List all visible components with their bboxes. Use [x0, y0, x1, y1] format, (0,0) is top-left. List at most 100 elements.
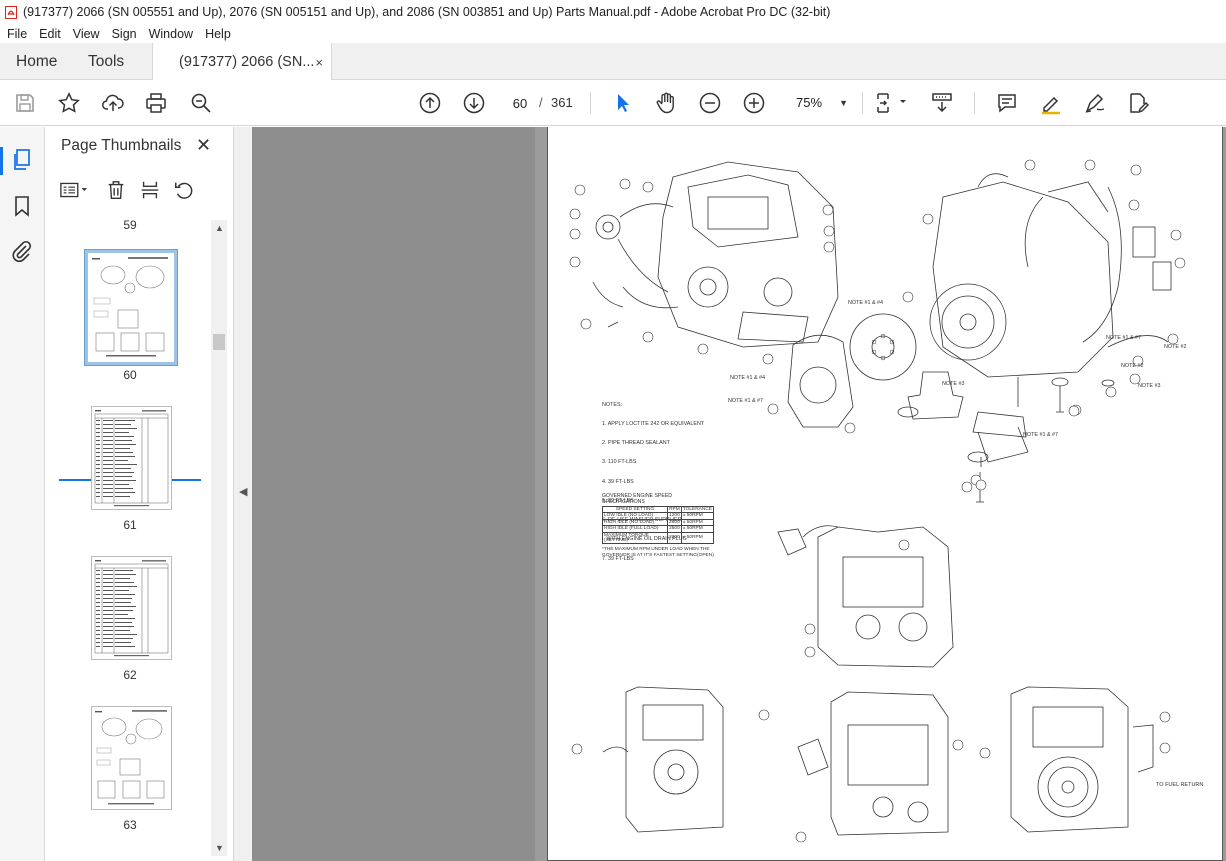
zoom-search-icon[interactable] — [188, 91, 214, 115]
attachments-paperclip-icon[interactable] — [10, 240, 34, 264]
menu-help[interactable]: Help — [200, 27, 236, 41]
pdf-page[interactable]: NOTES: 1. APPLY LOCTITE 242 OR EQUIVALEN… — [547, 127, 1223, 861]
chevron-left-icon: ◀ — [239, 486, 248, 498]
note-line: 3. 110 FT-LBS — [602, 459, 637, 466]
note-callout: NOTE #2 — [1121, 363, 1144, 369]
delete-page-icon[interactable] — [101, 179, 131, 201]
note-callout: NOTE #1 & #4 — [848, 300, 884, 306]
spec-cell: ± 50RPM — [680, 531, 715, 545]
tab-close-icon[interactable]: × — [315, 55, 323, 70]
note-callout: NOTE #1 & #4 — [730, 375, 766, 381]
spec-cell: 2600 — [667, 518, 682, 527]
spec-header: TOLERANCE — [680, 505, 715, 514]
scroll-down-arrow-icon[interactable]: ▼ — [215, 843, 224, 853]
spec-cell: HIGH IDLE (FULL LOAD) — [601, 525, 669, 533]
page-thumbnail-61[interactable] — [91, 406, 172, 510]
next-page-icon[interactable] — [461, 91, 487, 115]
chevron-down-icon: ▼ — [839, 98, 848, 108]
spec-cell: MAXIMUM TORQUE (SETTING) — [601, 531, 669, 545]
thumbnail-label: 59 — [123, 218, 137, 232]
spec-cell: 1200 — [667, 512, 682, 520]
thumbnail-label: 61 — [123, 518, 137, 532]
engine-speed-spec-table: GOVERNED ENGINE SPEED SPECIFICATIONS SPE… — [601, 493, 715, 559]
rotate-page-icon[interactable] — [169, 179, 199, 201]
zoom-in-icon[interactable] — [741, 91, 767, 115]
tab-tools[interactable]: Tools — [88, 43, 124, 80]
document-viewer[interactable]: NOTES: 1. APPLY LOCTITE 242 OR EQUIVALEN… — [252, 127, 1226, 861]
highlight-pen-icon[interactable] — [1038, 91, 1064, 115]
spec-footnote: *THE MAXIMUM RPM UNDER LOAD WHEN THE GOV… — [602, 547, 714, 558]
hand-tool-icon[interactable] — [653, 91, 679, 115]
edit-pdf-icon[interactable] — [1125, 91, 1151, 115]
page-thumbnails-icon[interactable] — [10, 148, 34, 172]
zoom-level-select[interactable]: 75% ▼ — [788, 90, 854, 116]
note-callout: NOTE #1 & #7 — [1023, 432, 1059, 438]
spec-footnote-line: GOVERNOR IS AT IT'S FASTEST SETTING(OPEN… — [602, 553, 714, 559]
note-callout: NOTE #3 — [1138, 383, 1161, 389]
fit-page-icon[interactable] — [875, 91, 909, 115]
spec-cell: 2500 — [667, 525, 682, 533]
upload-cloud-icon[interactable] — [100, 91, 126, 115]
spec-table-caption: GOVERNED ENGINE SPEED SPECIFICATIONS — [602, 493, 673, 505]
thumbnail-label: 63 — [123, 818, 137, 832]
note-callout: NOTE #2 — [1164, 344, 1187, 350]
rail-active-indicator — [0, 147, 3, 175]
previous-page-edge — [252, 127, 535, 861]
note-line: 2. PIPE THREAD SEALANT — [602, 440, 670, 447]
menu-sign[interactable]: Sign — [107, 27, 142, 41]
bookmarks-icon[interactable] — [10, 194, 34, 218]
menu-file[interactable]: File — [2, 27, 32, 41]
menu-bar: File Edit View Sign Window Help — [0, 24, 1226, 43]
thumbnail-options-icon[interactable] — [59, 179, 89, 201]
scroll-mode-icon[interactable] — [929, 91, 955, 115]
window-title: (917377) 2066 (SN 005551 and Up), 2076 (… — [23, 5, 831, 19]
tab-home[interactable]: Home — [16, 43, 57, 80]
bookmark-star-icon[interactable] — [56, 91, 82, 115]
tab-document[interactable]: (917377) 2066 (SN... × — [152, 43, 332, 81]
save-icon[interactable] — [12, 91, 38, 115]
thumbnail-drawing — [88, 253, 174, 362]
scroll-up-arrow-icon[interactable]: ▲ — [215, 223, 224, 233]
page-total: 361 — [551, 95, 573, 110]
menu-window[interactable]: Window — [144, 27, 198, 41]
thumbnail-list: 59 60 61 62 63 — [46, 215, 234, 861]
previous-page-icon[interactable] — [417, 91, 443, 115]
panel-collapse-handle[interactable]: ◀ — [234, 127, 252, 861]
panel-toolbar — [59, 179, 203, 201]
left-navigation-rail — [0, 127, 45, 861]
note-callout: NOTE #1 & #7 — [1106, 335, 1142, 341]
panel-title: Page Thumbnails — [61, 137, 182, 154]
thumbnail-label: 62 — [123, 668, 137, 682]
thumbnail-parts-list — [94, 560, 169, 657]
scrollbar-thumb[interactable] — [213, 334, 225, 350]
zoom-out-icon[interactable] — [697, 91, 723, 115]
zoom-level-value: 75% — [796, 95, 823, 110]
print-icon[interactable] — [143, 91, 169, 115]
sign-pen-icon[interactable] — [1082, 91, 1108, 115]
thumbnail-scrollbar[interactable]: ▲ ▼ — [211, 220, 227, 856]
select-cursor-icon[interactable] — [609, 91, 635, 115]
title-bar: (917377) 2066 (SN 005551 and Up), 2076 (… — [0, 0, 1226, 24]
toolbar-divider — [974, 92, 975, 114]
acrobat-app-icon — [5, 5, 17, 19]
panel-close-icon[interactable]: ✕ — [196, 135, 211, 156]
spec-header: RPM — [667, 505, 682, 514]
page-thumbnail-60[interactable] — [85, 250, 177, 365]
tab-document-label: (917377) 2066 (SN... — [179, 54, 315, 70]
thumbnail-parts-list — [94, 410, 169, 507]
extract-page-icon[interactable] — [135, 179, 165, 201]
thumbnail-drawing — [95, 710, 167, 805]
comment-icon[interactable] — [994, 91, 1020, 115]
spec-cell: 2300 — [667, 531, 682, 545]
menu-view[interactable]: View — [68, 27, 105, 41]
fuel-return-label: TO FUEL RETURN — [1156, 782, 1204, 788]
page-number-input[interactable]: 60 — [505, 89, 535, 117]
toolbar-divider — [590, 92, 591, 114]
note-line: NOTES: — [602, 401, 623, 408]
page-thumbnails-panel: Page Thumbnails ✕ 59 60 61 62 63 ▲ ▼ — [46, 127, 234, 861]
note-line: 1. APPLY LOCTITE 242 OR EQUIVALENT — [602, 421, 705, 428]
toolbar-divider — [862, 92, 863, 114]
page-thumbnail-62[interactable] — [91, 556, 172, 660]
menu-edit[interactable]: Edit — [34, 27, 66, 41]
page-thumbnail-63[interactable] — [91, 706, 172, 810]
